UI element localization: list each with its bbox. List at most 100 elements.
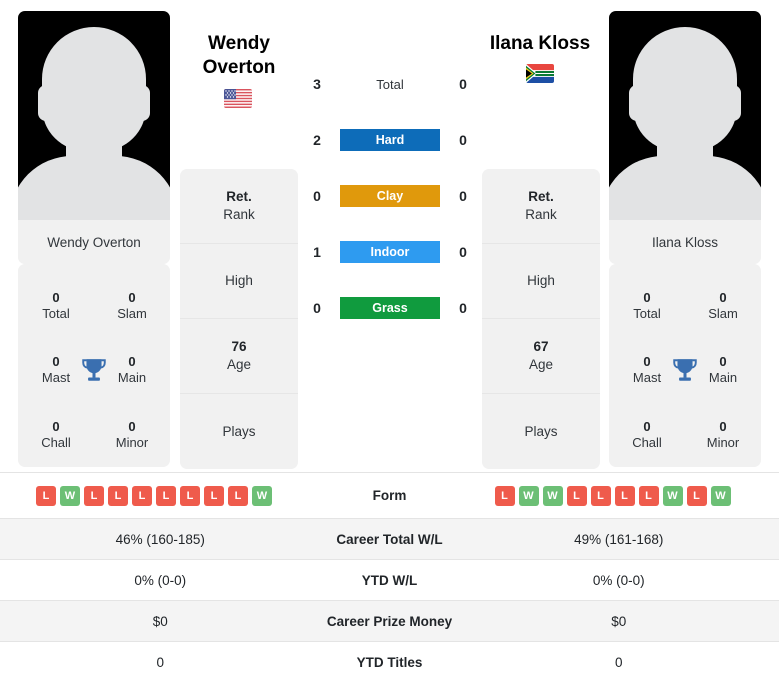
us-flag-icon xyxy=(224,89,252,108)
h2h-left-score: 0 xyxy=(313,188,321,204)
za-flag-icon xyxy=(526,64,554,83)
table-row-label: Form xyxy=(372,488,407,503)
form-badge-l: L xyxy=(614,485,635,506)
h2h-row-grass: 0 Grass 0 xyxy=(305,280,475,336)
h2h-left-score: 1 xyxy=(313,244,321,260)
table-row-label: YTD Titles xyxy=(356,654,423,670)
table-row-ytd-titles: 0 YTD Titles 0 xyxy=(0,641,779,682)
info-row-rank-left: Ret. Rank xyxy=(180,169,298,244)
player-card-name-right: Ilana Kloss xyxy=(609,220,761,264)
titles-label: Slam xyxy=(117,306,147,322)
h2h-surface-chip-grass[interactable]: Grass xyxy=(340,297,440,319)
form-cell-left: LWLLLLLLLW xyxy=(36,485,285,506)
player-name-left[interactable]: Wendy Overton xyxy=(164,32,314,80)
form-strip-right: LWWLLLLWLW xyxy=(494,485,744,506)
info-row-high-left: High xyxy=(180,244,298,319)
info-value: Ret. xyxy=(528,189,554,205)
h2h-left-score: 2 xyxy=(313,132,321,148)
info-value: 67 xyxy=(533,339,549,355)
form-badge-l: L xyxy=(84,485,104,506)
info-row-high-right: High xyxy=(482,244,600,319)
titles-value: 0 xyxy=(52,418,60,434)
table-row-career-total-wl: 46% (160-185) Career Total W/L 49% (161-… xyxy=(0,518,779,559)
head-to-head-column: 3 Total 0 2 Hard 0 0 Clay 0 1 Indoor 0 0 xyxy=(305,56,475,336)
table-cell-left: 46% (160-185) xyxy=(115,531,205,547)
silhouette-body-icon xyxy=(18,156,170,220)
table-row-label: YTD W/L xyxy=(361,572,418,588)
form-badge-l: L xyxy=(686,485,707,506)
info-row-age-right: 67 Age xyxy=(482,319,600,394)
titles-value: 0 xyxy=(719,289,727,305)
titles-cell-slam-right: 0 Slam xyxy=(685,290,761,323)
table-cell-left: 0% (0-0) xyxy=(134,572,187,588)
table-row-label: Career Prize Money xyxy=(326,613,453,629)
titles-label: Minor xyxy=(115,434,149,450)
player-name-right[interactable]: Ilana Kloss xyxy=(465,32,615,56)
info-row-rank-right: Ret. Rank xyxy=(482,169,600,244)
h2h-right-score: 0 xyxy=(459,76,467,92)
table-cell-right: 0% (0-0) xyxy=(592,572,645,588)
titles-label: Total xyxy=(633,306,661,322)
info-label: Age xyxy=(226,357,252,372)
titles-cell-minor-right: 0 Minor xyxy=(685,419,761,452)
info-row-age-left: 76 Age xyxy=(180,319,298,394)
titles-value: 0 xyxy=(719,418,727,434)
form-badge-l: L xyxy=(590,485,611,506)
info-value: Ret. xyxy=(226,189,252,205)
info-label: Age xyxy=(528,357,554,372)
player-name-line2: Overton xyxy=(202,56,276,78)
form-badge-w: W xyxy=(662,485,683,506)
table-row-ytd-wl: 0% (0-0) YTD W/L 0% (0-0) xyxy=(0,559,779,600)
comparison-header: Wendy Overton Ilana Kloss 0 Total 0 Slam… xyxy=(0,0,779,472)
player-avatar-left xyxy=(18,11,170,220)
comparison-stats-table: LWLLLLLLLW Form LWWLLLLWLW 46% (160-185)… xyxy=(0,472,779,682)
info-label: Rank xyxy=(223,207,255,222)
h2h-surface-chip-hard[interactable]: Hard xyxy=(340,129,440,151)
player-photo-card-right[interactable]: Ilana Kloss xyxy=(609,11,761,264)
info-label: High xyxy=(527,273,555,289)
player-comparison-page: Wendy Overton Ilana Kloss 0 Total 0 Slam… xyxy=(0,0,779,699)
titles-cell-total-left: 0 Total xyxy=(18,290,94,323)
form-badge-l: L xyxy=(36,485,56,506)
titles-cell-total-right: 0 Total xyxy=(609,290,685,323)
info-label: Plays xyxy=(222,423,256,439)
h2h-surface-label: Total xyxy=(376,76,404,92)
form-badge-l: L xyxy=(204,485,224,506)
form-badge-l: L xyxy=(566,485,587,506)
h2h-row-total: 3 Total 0 xyxy=(305,56,475,112)
h2h-right-score: 0 xyxy=(459,244,467,260)
titles-card-right: 0 Total 0 Slam 0 Mast 0 Main 0 Chall 0 M… xyxy=(609,264,761,467)
titles-value: 0 xyxy=(643,418,651,434)
info-value: 76 xyxy=(231,339,247,355)
info-label: Plays xyxy=(524,423,558,439)
info-label: Rank xyxy=(525,207,557,222)
h2h-left-score: 3 xyxy=(313,76,321,92)
player-photo-card-left[interactable]: Wendy Overton xyxy=(18,11,170,264)
titles-card-left: 0 Total 0 Slam 0 Mast 0 Main 0 Chall 0 M… xyxy=(18,264,170,467)
silhouette-body-icon xyxy=(609,156,761,220)
table-row-career-prize-money: $0 Career Prize Money $0 xyxy=(0,600,779,641)
form-badge-w: W xyxy=(518,485,539,506)
h2h-left-score: 0 xyxy=(313,300,321,316)
table-cell-right: $0 xyxy=(611,613,627,629)
table-cell-right: 0 xyxy=(614,654,623,670)
titles-cell-chall-right: 0 Chall xyxy=(609,419,685,452)
trophy-icon xyxy=(673,358,697,381)
table-cell-left: $0 xyxy=(152,613,168,629)
form-badge-l: L xyxy=(132,485,152,506)
silhouette-ear-right-icon xyxy=(134,85,150,121)
h2h-right-score: 0 xyxy=(459,132,467,148)
table-row-label: Career Total W/L xyxy=(336,531,443,547)
titles-cell-minor-left: 0 Minor xyxy=(94,419,170,452)
table-row-form: LWLLLLLLLW Form LWWLLLLWLW xyxy=(0,472,779,518)
silhouette-ear-left-icon xyxy=(38,85,54,121)
h2h-surface-chip-clay[interactable]: Clay xyxy=(340,185,440,207)
player-avatar-right xyxy=(609,11,761,220)
titles-cell-chall-left: 0 Chall xyxy=(18,419,94,452)
h2h-surface-chip-indoor[interactable]: Indoor xyxy=(340,241,440,263)
titles-value: 0 xyxy=(643,289,651,305)
form-badge-l: L xyxy=(156,485,176,506)
form-badge-l: L xyxy=(638,485,659,506)
form-badge-l: L xyxy=(108,485,128,506)
form-badge-w: W xyxy=(710,485,731,506)
